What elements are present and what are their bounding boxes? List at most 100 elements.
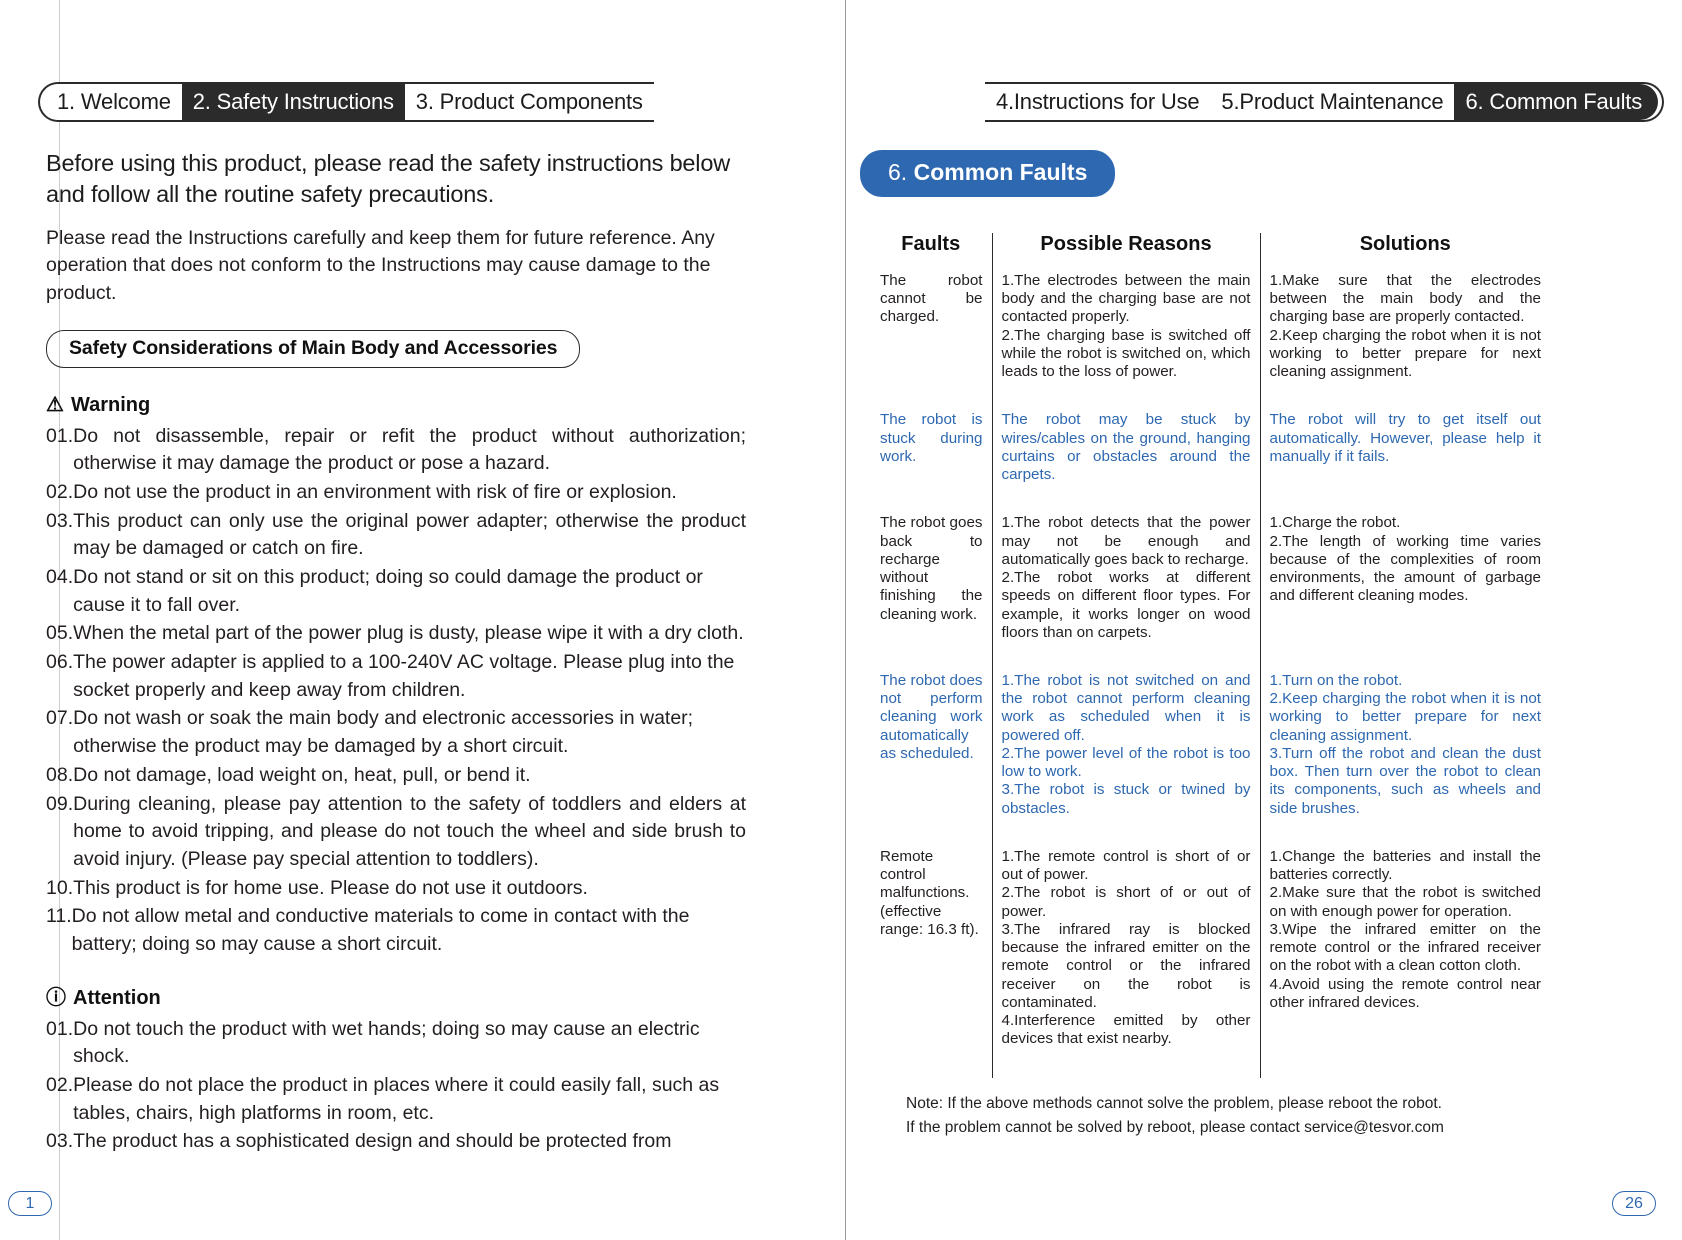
right-page-content: 6. Common Faults Faults Possible Reasons… (860, 150, 1660, 1139)
common-faults-table: Faults Possible Reasons Solutions The ro… (870, 233, 1550, 1079)
safety-considerations-heading: Safety Considerations of Main Body and A… (46, 329, 581, 368)
tab-common-faults[interactable]: 6. Common Faults (1454, 84, 1658, 120)
solution-item: 2.Keep charging the robot when it is not… (1269, 326, 1542, 381)
list-item-text: Do not stand or sit on this product; doi… (73, 566, 703, 616)
list-item-number: 04. (46, 566, 74, 588)
solution-item: 2.Keep charging the robot when it is not… (1269, 690, 1542, 744)
cell-reasons: 1.The robot is not switched on and the r… (991, 671, 1260, 848)
solution-item: 3.Turn off the robot and clean the dust … (1269, 744, 1542, 817)
tab-product-maintenance-label: 5.Product Maintenance (1221, 89, 1444, 114)
list-item-text: Do not touch the product with wet hands;… (73, 1017, 700, 1068)
cell-fault: The robot does not perform cleaning work… (880, 671, 983, 762)
cell-fault: Remote control malfunctions. (effective … (880, 847, 979, 938)
list-item-text: Please do not place the product in place… (73, 1074, 720, 1124)
reason-item: 2.The power level of the robot is too lo… (1001, 744, 1251, 781)
list-item-number: 03. (46, 509, 74, 532)
list-item-number: 02. (46, 1074, 74, 1096)
list-item: 02. Please do not place the product in pl… (46, 1072, 746, 1127)
exclamation-circle-icon: ⓘ (46, 987, 66, 1010)
table-row: The robot does not perform cleaning work… (870, 671, 1550, 848)
list-item-number: 01. (46, 1017, 74, 1040)
list-item-number: 10. (46, 876, 74, 899)
tab-safety-instructions[interactable]: 2. Safety Instructions (181, 84, 405, 120)
right-tab-bar: 4.Instructions for Use 5.Product Mainten… (984, 82, 1664, 122)
left-tab-bar: 1. Welcome 2. Safety Instructions 3. Pro… (38, 82, 654, 122)
tab-common-faults-label: 6. Common Faults (1465, 89, 1642, 114)
list-item-text: When the metal part of the power plug is… (73, 622, 744, 645)
solution-item: 3.Wipe the infrared emitter on the remot… (1269, 920, 1542, 975)
list-item-text: The power adapter is applied to a 100-24… (73, 651, 735, 701)
solution-item: 2.The length of working time varies beca… (1269, 532, 1542, 605)
table-row: Remote control malfunctions. (effective … (870, 847, 1550, 1079)
cell-fault: The robot cannot be charged. (880, 272, 983, 326)
list-item-number: 03. (46, 1130, 74, 1153)
warning-triangle-icon: ⚠ (46, 394, 64, 417)
tab-instructions-for-use-label: 4.Instructions for Use (995, 89, 1200, 114)
cell-solutions: 1.Change the batteries and install the b… (1259, 847, 1550, 1079)
list-item-text: During cleaning, please pay attention to… (73, 792, 746, 870)
list-item: 07. Do not wash or soak the main body and… (46, 705, 746, 760)
list-item-number: 06. (46, 651, 74, 674)
tab-instructions-for-use[interactable]: 4.Instructions for Use (984, 84, 1211, 120)
cell-fault: The robot is stuck during work. (880, 411, 983, 465)
reason-item: 3.The robot is stuck or twined by obstac… (1001, 781, 1251, 817)
left-page-content: Before using this product, please read t… (46, 148, 746, 1157)
cell-reasons: 1.The electrodes between the main body a… (991, 272, 1260, 412)
attention-list: 01. Do not touch the product with wet han… (46, 1016, 746, 1156)
table-row: The robot is stuck during work. The robo… (870, 411, 1550, 515)
reason-item: The robot may be stuck by wires/cables o… (1001, 411, 1251, 484)
reason-item: 1.The remote control is short of or out … (1001, 847, 1251, 884)
sub-paragraph: Please read the Instructions carefully a… (46, 226, 715, 304)
table-row: The robot goes back to recharge without … (870, 514, 1550, 672)
list-item: 11. Do not allow metal and conductive mat… (46, 903, 746, 958)
cell-solutions: 1.Make sure that the electrodes between … (1259, 272, 1550, 412)
list-item-number: 01. (46, 424, 74, 447)
list-item-number: 07. (46, 707, 74, 730)
section-title: Common Faults (907, 159, 1088, 185)
list-item-number: 05. (46, 622, 74, 645)
solution-item: 4.Avoid using the remote control near ot… (1269, 975, 1542, 1011)
reason-item: 2.The charging base is switched off whil… (1001, 326, 1251, 381)
warning-list: 01. Do not disassemble, repair or refit t… (46, 423, 746, 959)
tab-welcome-label: 1. Welcome (57, 89, 171, 114)
section-number: 6. (888, 159, 908, 185)
list-item-text: Do not use the product in an environment… (73, 480, 677, 503)
manual-spread: 1. Welcome 2. Safety Instructions 3. Pro… (0, 0, 1682, 1240)
reason-item: 1.The robot detects that the power may n… (1001, 514, 1251, 568)
tab-welcome[interactable]: 1. Welcome (46, 84, 182, 120)
lead-paragraph: Before using this product, please read t… (46, 150, 730, 208)
page-spine-divider (845, 0, 846, 1240)
page-number-left: 1 (8, 1191, 52, 1216)
list-item: 05. When the metal part of the power plug… (46, 620, 746, 648)
solution-item: 1.Turn on the robot. (1269, 671, 1403, 689)
cell-solutions: 1.Turn on the robot. 2.Keep charging the… (1259, 671, 1550, 848)
list-item-number: 11. (46, 905, 72, 928)
reason-item: 3.The infrared ray is blocked because th… (1001, 920, 1251, 1011)
cell-solutions: 1.Charge the robot. 2.The length of work… (1259, 514, 1550, 672)
solution-item: 1.Change the batteries and install the b… (1269, 847, 1542, 884)
list-item-number: 09. (46, 792, 74, 815)
cell-reasons: The robot may be stuck by wires/cables o… (991, 411, 1260, 515)
solution-item: 1.Charge the robot. (1269, 514, 1401, 532)
list-item-text: This product is for home use. Please do … (73, 876, 588, 899)
footer-note-line-1: Note: If the above methods cannot solve … (906, 1095, 1442, 1113)
list-item: 01. Do not disassemble, repair or refit t… (46, 423, 746, 478)
cell-fault: The robot goes back to recharge without … (880, 514, 983, 623)
tab-product-components-label: 3. Product Components (415, 89, 643, 114)
cell-reasons: 1.The robot detects that the power may n… (991, 514, 1260, 672)
list-item: 10. This product is for home use. Please … (46, 875, 746, 903)
cell-reasons: 1.The remote control is short of or out … (991, 847, 1260, 1079)
column-header-solutions: Solutions (1259, 233, 1550, 272)
reason-item: 4.Interference emitted by other devices … (1001, 1011, 1251, 1048)
tab-product-components[interactable]: 3. Product Components (404, 84, 654, 120)
column-header-possible-reasons: Possible Reasons (991, 233, 1260, 272)
warning-heading-label: Warning (70, 393, 151, 416)
cell-solutions: The robot will try to get itself out aut… (1259, 411, 1550, 515)
warning-heading: ⚠ Warning (46, 394, 746, 417)
list-item-text: This product can only use the original p… (73, 509, 746, 560)
tab-product-maintenance[interactable]: 5.Product Maintenance (1210, 84, 1455, 120)
footer-note: Note: If the above methods cannot solve … (906, 1092, 1660, 1139)
list-item: 03. This product can only use the origina… (46, 508, 746, 563)
list-item-number: 02. (46, 480, 74, 503)
section-title-badge: 6. Common Faults (860, 150, 1116, 197)
